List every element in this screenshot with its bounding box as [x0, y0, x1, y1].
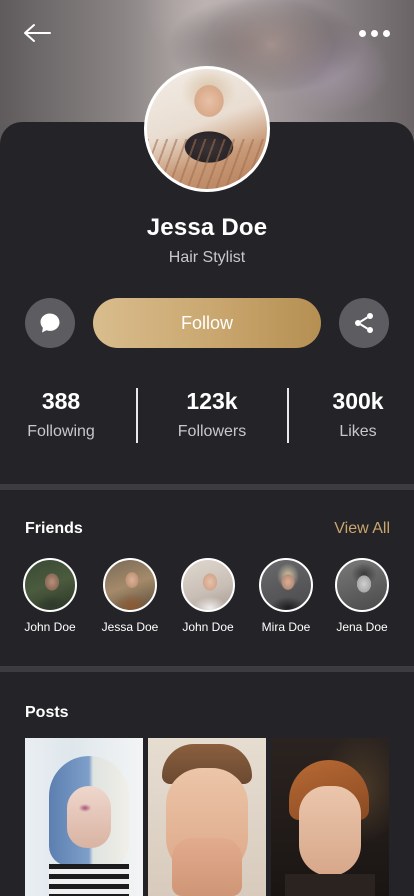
follow-button[interactable]: Follow — [93, 298, 321, 348]
friend-avatar — [103, 558, 157, 612]
stats-divider — [136, 388, 138, 443]
friend-item[interactable]: Mira Doe — [251, 558, 321, 634]
profile-name: Jessa Doe — [146, 214, 268, 241]
friend-name: Mira Doe — [261, 620, 311, 634]
friend-item[interactable]: Jena Doe — [327, 558, 397, 634]
stat-following[interactable]: 388 Following — [0, 388, 130, 441]
stat-likes[interactable]: 300k Likes — [289, 388, 414, 441]
stat-followers[interactable]: 123k Followers — [143, 388, 281, 441]
profile-avatar[interactable] — [144, 66, 270, 192]
friend-avatar — [23, 558, 77, 612]
section-divider — [0, 666, 414, 672]
more-horizontal-icon — [358, 29, 366, 37]
friend-name: Jena Doe — [336, 620, 388, 634]
friend-avatar — [335, 558, 389, 612]
stat-value: 123k — [186, 388, 238, 414]
friends-title: Friends — [25, 520, 83, 537]
posts-title: Posts — [25, 704, 69, 721]
post-thumbnail[interactable] — [25, 738, 143, 896]
back-button[interactable] — [22, 20, 52, 46]
view-all-friends-link[interactable]: View All — [300, 520, 390, 538]
friend-avatar — [259, 558, 313, 612]
friend-item[interactable]: Jessa Doe — [95, 558, 165, 634]
section-divider — [0, 484, 414, 490]
message-button[interactable] — [25, 298, 75, 348]
friend-name: Jessa Doe — [101, 620, 159, 634]
friend-item[interactable]: John Doe — [15, 558, 85, 634]
friend-avatar — [181, 558, 235, 612]
friend-name: John Doe — [24, 620, 76, 634]
arrow-left-icon — [24, 24, 51, 42]
post-thumbnail[interactable] — [148, 738, 266, 896]
share-button[interactable] — [339, 298, 389, 348]
post-thumbnail[interactable] — [271, 738, 389, 896]
share-icon — [355, 313, 373, 333]
friend-item[interactable]: John Doe — [173, 558, 243, 634]
stat-value: 388 — [41, 388, 81, 414]
stat-value: 300k — [332, 388, 384, 414]
profile-role: Hair Stylist — [168, 249, 246, 266]
chat-bubble-icon — [40, 313, 60, 333]
friend-name: John Doe — [182, 620, 234, 634]
stat-label: Followers — [177, 423, 247, 440]
stat-label: Likes — [339, 423, 377, 440]
more-options-button[interactable] — [356, 24, 392, 42]
stat-label: Following — [27, 423, 95, 440]
